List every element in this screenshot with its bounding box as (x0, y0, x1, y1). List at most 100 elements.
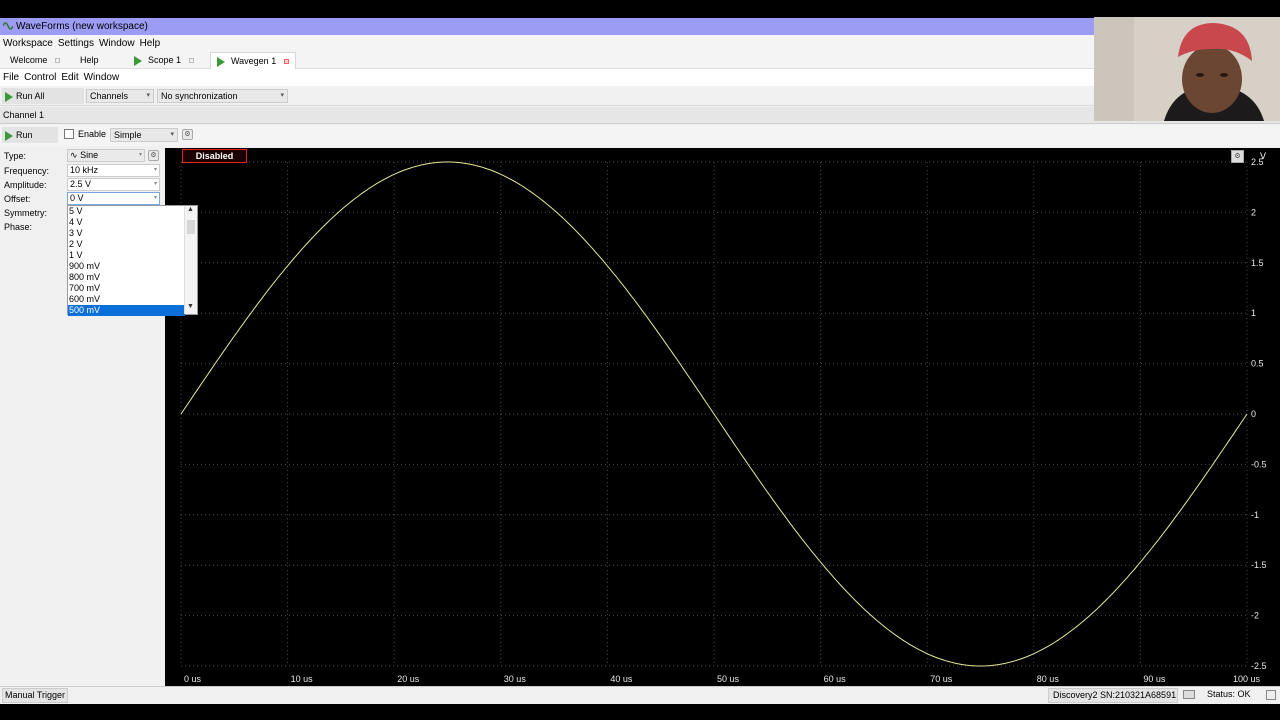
enable-label: Enable (78, 129, 107, 139)
scrollbar-thumb[interactable] (187, 220, 195, 234)
x-tick-label: 90 us (1143, 674, 1166, 684)
waveform-chart: 0 us 10 us 20 us 30 us 40 us 50 us 60 us 70 us 8… (180, 157, 1267, 684)
tab-welcome-label: Welcome (10, 55, 48, 65)
amplitude-label: Amplitude: (4, 180, 47, 190)
channel-header: Channel 1 (0, 107, 1280, 124)
menu-settings[interactable]: Settings (58, 38, 94, 49)
chevron-down-icon: ▾ (153, 181, 157, 187)
offset-dropdown-list[interactable]: 5 V 4 V 3 V 2 V 1 V 900 mV 800 mV 700 mV… (67, 205, 198, 316)
tab-scope-label: Scope 1 (148, 55, 182, 65)
dropdown-option[interactable]: 600 mV (68, 294, 185, 305)
scroll-up-icon[interactable]: ▲ (187, 206, 194, 213)
play-icon (5, 130, 13, 141)
tab-welcome[interactable]: Welcome (4, 52, 66, 69)
run-label: Run (16, 130, 33, 140)
channels-select[interactable]: Channels ▾ (86, 89, 154, 103)
type-options-icon[interactable]: ⚙ (148, 150, 159, 161)
x-tick-label: 80 us (1037, 674, 1060, 684)
type-select[interactable]: ∿ Sine ▾ (67, 149, 145, 162)
close-icon[interactable] (283, 59, 289, 65)
dropdown-option[interactable]: 800 mV (68, 272, 185, 283)
dropdown-option[interactable]: 900 mV (68, 261, 185, 272)
play-icon (217, 56, 225, 67)
main-menubar: Workspace Settings Window Help (0, 35, 1094, 52)
menu-window[interactable]: Window (99, 38, 135, 49)
chevron-down-icon: ▾ (280, 92, 284, 99)
x-tick-label: 30 us (504, 674, 527, 684)
dropdown-option[interactable]: 700 mV (68, 283, 185, 294)
x-tick-label: 20 us (397, 674, 420, 684)
disabled-badge: Disabled (182, 149, 247, 163)
amplitude-value: 2.5 V (70, 179, 92, 189)
run-button[interactable]: Run (2, 127, 58, 143)
dropdown-option[interactable]: 4 V (68, 217, 185, 228)
menu-control[interactable]: Control (24, 72, 56, 83)
y-unit-label: V (1259, 151, 1266, 161)
offset-value: 0 V (70, 193, 84, 203)
y-tick-label: 1 (1251, 308, 1256, 318)
menu-edit[interactable]: Edit (61, 72, 78, 83)
device-link-icon[interactable] (1183, 690, 1195, 699)
dropdown-scrollbar[interactable]: ▲ ▼ (184, 206, 197, 314)
close-icon[interactable] (54, 58, 60, 64)
close-icon[interactable] (188, 58, 194, 64)
y-tick-label: -2.5 (1251, 661, 1267, 671)
x-tick-label: 0 us (184, 674, 202, 684)
settings-gear-icon[interactable]: ⚙ (182, 129, 193, 140)
frequency-input[interactable]: 10 kHz ▾ (67, 164, 160, 177)
tab-wavegen-1[interactable]: Wavegen 1 (210, 52, 296, 69)
dropdown-option[interactable]: 1 V (68, 250, 185, 261)
device-selector[interactable]: Discovery2 SN:210321A68591 (1048, 688, 1178, 703)
offset-input[interactable]: 0 V ▾ (67, 192, 160, 205)
chevron-down-icon: ▾ (138, 152, 142, 158)
instrument-menubar: File Control Edit Window (0, 69, 1280, 86)
menu-workspace[interactable]: Workspace (3, 38, 53, 49)
mode-label: Simple (114, 130, 142, 140)
run-all-label: Run All (16, 91, 45, 101)
plot-settings-icon[interactable]: ⚙ (1231, 150, 1244, 163)
tab-bar: Welcome Help Scope 1 Wavegen 1 (0, 52, 1094, 69)
play-icon (5, 91, 13, 102)
dropdown-option[interactable]: 5 V (68, 206, 185, 217)
status-text: Status: OK (1207, 689, 1251, 699)
tab-scope-1[interactable]: Scope 1 (128, 52, 200, 69)
chevron-down-icon: ▾ (153, 167, 157, 173)
type-value: Sine (80, 150, 99, 160)
manual-trigger-button[interactable]: Manual Trigger (2, 688, 68, 703)
menu-instrument-window[interactable]: Window (84, 72, 120, 83)
status-settings-icon[interactable] (1266, 690, 1276, 700)
offset-label: Offset: (4, 194, 31, 204)
sine-wave-icon: ∿ (70, 150, 78, 160)
waveforms-app: WaveForms (new workspace) Workspace Setti… (0, 18, 1280, 704)
y-tick-label: 0.5 (1251, 359, 1264, 369)
frequency-label: Frequency: (4, 166, 50, 176)
x-tick-label: 60 us (824, 674, 847, 684)
waveform-plot[interactable]: 0 us 10 us 20 us 30 us 40 us 50 us 60 us 70 us 8… (165, 148, 1280, 686)
x-tick-label: 50 us (717, 674, 740, 684)
waveforms-logo-icon (3, 22, 13, 30)
dropdown-option[interactable]: 3 V (68, 228, 185, 239)
tab-help[interactable]: Help (74, 52, 105, 69)
menu-file[interactable]: File (3, 72, 19, 83)
menu-help[interactable]: Help (140, 38, 161, 49)
mode-select[interactable]: Simple ▾ (110, 128, 178, 142)
phase-label: Phase: (4, 222, 33, 232)
amplitude-input[interactable]: 2.5 V ▾ (67, 178, 160, 191)
x-tick-label: 100 us (1233, 674, 1261, 684)
x-tick-label: 70 us (930, 674, 953, 684)
enable-checkbox[interactable] (64, 129, 74, 139)
dropdown-option[interactable]: 2 V (68, 239, 185, 250)
y-tick-label: -1 (1251, 510, 1259, 520)
channels-label: Channels (90, 91, 129, 101)
type-label: Type: (4, 151, 27, 161)
y-tick-label: 0 (1251, 409, 1256, 419)
scroll-down-icon[interactable]: ▼ (187, 303, 194, 310)
dropdown-option-selected[interactable]: 500 mV (68, 305, 185, 316)
symmetry-label: Symmetry: (4, 208, 48, 218)
x-tick-label: 10 us (291, 674, 314, 684)
frequency-value: 10 kHz (70, 165, 99, 175)
run-all-button[interactable]: Run All (2, 88, 84, 104)
sync-select[interactable]: No synchronization ▾ (157, 89, 288, 103)
wavegen-toolbar: Run All Channels ▾ No synchronization ▾ (0, 86, 1280, 106)
y-tick-label: 1.5 (1251, 258, 1264, 268)
